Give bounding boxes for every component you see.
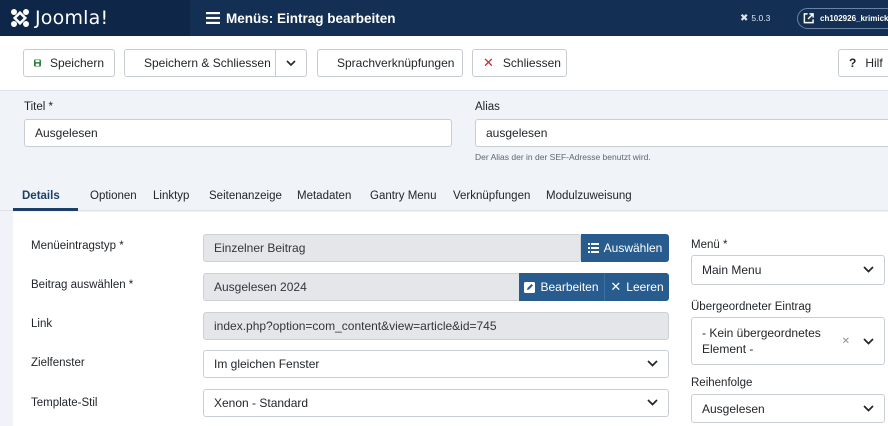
brand-name: Joomla! xyxy=(35,7,109,29)
ordering-value: Ausgelesen xyxy=(702,401,765,416)
menu-label: Menü * xyxy=(691,239,728,251)
list-icon xyxy=(206,12,220,24)
chevron-down-icon xyxy=(863,405,874,412)
language-associations-label: Sprachverknüpfungen xyxy=(337,56,455,70)
template-style-value: Xenon - Standard xyxy=(214,396,309,410)
help-button[interactable]: ? Hilf xyxy=(838,49,888,77)
page-title-area: Menüs: Eintrag bearbeiten xyxy=(206,0,396,36)
alias-input[interactable]: ausgelesen xyxy=(475,119,888,147)
brand[interactable]: Joomla! xyxy=(0,0,190,36)
tab-link-type[interactable]: Linktyp xyxy=(153,190,189,202)
clear-article-button[interactable]: ✕ Leeren xyxy=(605,273,669,301)
clear-button-label: Leeren xyxy=(626,280,664,294)
title-label: Titel * xyxy=(24,101,53,113)
template-style-label: Template-Stil xyxy=(31,397,98,409)
select-item-type-button[interactable]: Auswählen xyxy=(581,234,669,262)
template-style-select[interactable]: Xenon - Standard xyxy=(203,389,669,417)
tab-options[interactable]: Optionen xyxy=(90,190,137,202)
clear-selection-icon[interactable]: ✕ xyxy=(842,336,850,347)
article-value: Ausgelesen 2024 xyxy=(214,280,307,294)
select-button-label: Auswählen xyxy=(603,241,663,255)
item-type-value: Einzelner Beitrag xyxy=(214,241,306,255)
parent-item-value-line2: Element - xyxy=(702,342,754,356)
parent-item-value: - Kein übergeordnetes Element - xyxy=(702,325,821,357)
chevron-down-icon xyxy=(286,60,296,66)
tab-associations[interactable]: Verknüpfungen xyxy=(453,190,530,202)
view-site-link[interactable]: ch102926_krimick xyxy=(797,8,888,29)
title-input-value: Ausgelesen xyxy=(35,126,98,140)
chevron-down-icon xyxy=(863,338,874,345)
menu-select[interactable]: Main Menu xyxy=(691,255,885,285)
version-number: 5.0.3 xyxy=(751,13,771,23)
tab-module-assignment[interactable]: Modulzuweisung xyxy=(546,190,632,202)
save-button[interactable]: Speichern xyxy=(23,49,115,77)
save-options-dropdown[interactable] xyxy=(275,49,307,77)
menu-value: Main Menu xyxy=(702,263,762,277)
parent-item-select[interactable]: - Kein übergeordnetes Element - ✕ xyxy=(691,317,885,365)
alias-label: Alias xyxy=(475,101,500,113)
ordering-label: Reihenfolge xyxy=(691,377,753,389)
external-link-icon xyxy=(803,13,814,24)
tab-metadata[interactable]: Metadaten xyxy=(297,190,351,202)
close-icon: ✕ xyxy=(483,55,494,70)
link-value: index.php?option=com_content&view=articl… xyxy=(214,319,497,333)
chevron-down-icon xyxy=(647,360,658,367)
tab-gantry-menu[interactable]: Gantry Menu xyxy=(370,190,436,202)
joomla-small-icon: ✖ xyxy=(740,12,749,24)
joomla-logo-icon xyxy=(11,9,29,27)
title-input[interactable]: Ausgelesen xyxy=(24,119,452,147)
chevron-down-icon xyxy=(647,399,658,406)
help-button-label: Hilf xyxy=(865,56,883,70)
target-window-label: Zielfenster xyxy=(31,357,85,369)
tab-bar: Details Optionen Linktyp Seitenanzeige M… xyxy=(0,183,888,211)
item-type-label: Menüeintragstyp * xyxy=(31,240,124,252)
link-field: index.php?option=com_content&view=articl… xyxy=(203,312,669,340)
edit-button-label: Bearbeiten xyxy=(540,280,599,294)
parent-item-label: Übergeordneter Eintrag xyxy=(691,301,812,313)
close-button[interactable]: ✕ Schliessen xyxy=(472,49,567,77)
edit-article-button[interactable]: Bearbeiten xyxy=(519,273,605,301)
ordering-select[interactable]: Ausgelesen xyxy=(691,394,885,423)
floppy-disk-icon xyxy=(34,59,41,67)
toolbar: Speichern Speichern & Schliessen Sprachv… xyxy=(0,36,888,91)
article-label: Beitrag auswählen * xyxy=(31,279,134,291)
list-icon xyxy=(587,243,599,253)
save-and-close-label: Speichern & Schliessen xyxy=(144,56,271,70)
edit-icon xyxy=(524,281,536,293)
clear-icon: ✕ xyxy=(610,279,622,294)
tab-details[interactable]: Details xyxy=(22,190,60,202)
chevron-down-icon xyxy=(863,266,874,273)
link-label: Link xyxy=(31,318,53,330)
save-and-close-button[interactable]: Speichern & Schliessen xyxy=(124,49,276,77)
active-tab-indicator xyxy=(13,208,78,211)
alias-input-value: ausgelesen xyxy=(486,126,548,140)
question-icon: ? xyxy=(849,56,857,70)
save-button-label: Speichern xyxy=(49,56,104,70)
target-window-select[interactable]: Im gleichen Fenster xyxy=(203,350,669,378)
version-info: ✖ 5.0.3 xyxy=(740,0,770,36)
article-field: Ausgelesen 2024 xyxy=(203,273,520,301)
site-link-label: ch102926_krimick xyxy=(820,14,888,23)
target-window-value: Im gleichen Fenster xyxy=(214,357,320,371)
alias-hint: Der Alias der in der SEF-Adresse benutzt… xyxy=(475,152,651,162)
item-type-field: Einzelner Beitrag xyxy=(203,234,581,262)
page-title: Menüs: Eintrag bearbeiten xyxy=(226,10,396,26)
close-button-label: Schliessen xyxy=(502,56,561,70)
tab-page-display[interactable]: Seitenanzeige xyxy=(209,190,282,202)
parent-item-value-line1: - Kein übergeordnetes xyxy=(702,326,821,340)
app-header: Joomla! Menüs: Eintrag bearbeiten ✖ 5.0.… xyxy=(0,0,888,36)
language-associations-button[interactable]: Sprachverknüpfungen xyxy=(317,49,463,77)
